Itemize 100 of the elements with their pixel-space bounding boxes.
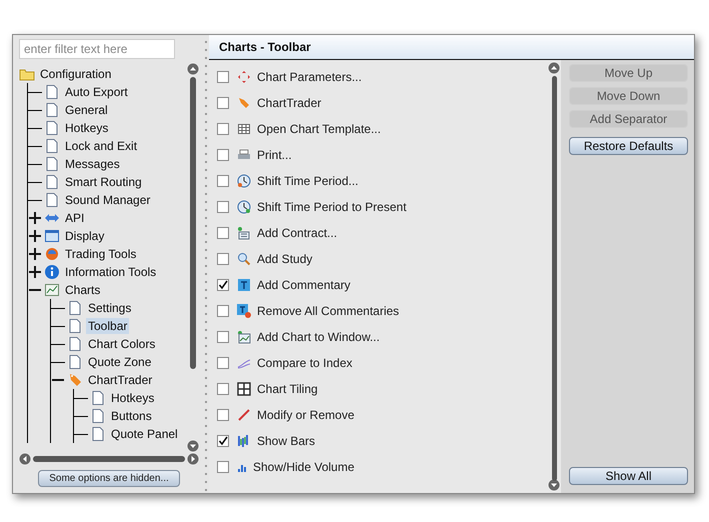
tree-item[interactable]: Hotkeys bbox=[63, 120, 110, 136]
tree-item[interactable]: Lock and Exit bbox=[63, 138, 140, 154]
grid-icon bbox=[237, 122, 251, 136]
tree-item[interactable]: Chart Colors bbox=[86, 336, 158, 352]
show-all-button[interactable]: Show All bbox=[569, 467, 688, 485]
toolbar-item-label: Print... bbox=[257, 148, 292, 162]
tree-item[interactable]: ChartTrader bbox=[86, 372, 154, 388]
scrollbar-thumb[interactable] bbox=[552, 76, 556, 481]
expand-icon[interactable] bbox=[28, 229, 42, 243]
toolbar-item-label: Show Bars bbox=[257, 434, 316, 448]
tree-item[interactable]: Charts bbox=[63, 282, 102, 298]
toolbar-item-label: Add Commentary bbox=[257, 278, 350, 292]
info-icon bbox=[44, 264, 60, 280]
tree-item[interactable]: Settings bbox=[86, 300, 134, 316]
scroll-up-icon[interactable] bbox=[548, 62, 560, 74]
chart-plus-icon bbox=[237, 330, 251, 344]
tag-icon bbox=[237, 96, 251, 110]
scroll-right-icon[interactable] bbox=[187, 453, 199, 465]
page-icon bbox=[90, 408, 106, 424]
page-icon bbox=[90, 390, 106, 406]
text-remove-icon bbox=[237, 304, 251, 318]
page-icon bbox=[44, 156, 60, 172]
page-icon bbox=[90, 426, 106, 442]
toolbar-item-label: Chart Parameters... bbox=[257, 70, 362, 84]
page-icon bbox=[67, 354, 83, 370]
magnifier-icon bbox=[237, 252, 251, 266]
checkbox[interactable] bbox=[217, 123, 229, 135]
checkbox[interactable] bbox=[217, 435, 229, 447]
checkbox[interactable] bbox=[217, 409, 229, 421]
toolbar-item-label: Modify or Remove bbox=[257, 408, 354, 422]
expand-icon[interactable] bbox=[28, 265, 42, 279]
checkbox[interactable] bbox=[217, 383, 229, 395]
pen-icon bbox=[237, 408, 251, 422]
text-icon bbox=[237, 278, 251, 292]
page-icon bbox=[44, 138, 60, 154]
page-icon bbox=[44, 120, 60, 136]
tree-item[interactable]: Trading Tools bbox=[63, 246, 138, 262]
scroll-left-icon[interactable] bbox=[19, 453, 31, 465]
checkbox[interactable] bbox=[217, 461, 229, 473]
tag-icon bbox=[67, 372, 83, 388]
checkbox[interactable] bbox=[217, 331, 229, 343]
tree-item[interactable]: Sound Manager bbox=[63, 192, 152, 208]
toolbar-item-label: Add Contract... bbox=[257, 226, 338, 240]
tree-item[interactable]: Quote Zone bbox=[86, 354, 154, 370]
printer-icon bbox=[237, 148, 251, 162]
checkbox[interactable] bbox=[217, 279, 229, 291]
action-button[interactable]: Restore Defaults bbox=[569, 137, 688, 155]
toolbar-item-label: Open Chart Template... bbox=[257, 122, 381, 136]
checkbox[interactable] bbox=[217, 97, 229, 109]
tree-item[interactable]: Display bbox=[63, 228, 106, 244]
tree-item[interactable]: Configuration bbox=[38, 66, 114, 82]
toolbar-item-label: Remove All Commentaries bbox=[257, 304, 400, 318]
toolbar-item-label: Add Chart to Window... bbox=[257, 330, 380, 344]
expand-icon[interactable] bbox=[28, 211, 42, 225]
crosshair-icon bbox=[237, 70, 251, 84]
tree-item[interactable]: Toolbar bbox=[86, 318, 130, 334]
tree-item[interactable]: Messages bbox=[63, 156, 122, 172]
tree-item[interactable]: General bbox=[63, 102, 110, 118]
scroll-down-icon[interactable] bbox=[187, 440, 199, 452]
tree-item[interactable]: Buttons bbox=[109, 408, 154, 424]
monitor-icon bbox=[44, 228, 60, 244]
tree-item[interactable]: Quote Panel bbox=[109, 426, 180, 442]
hidden-options-button[interactable]: Some options are hidden... bbox=[38, 470, 180, 487]
toolbar-item-label: Shift Time Period... bbox=[257, 174, 358, 188]
toolbar-item-label: Compare to Index bbox=[257, 356, 352, 370]
scrollbar-thumb[interactable] bbox=[190, 77, 196, 369]
bars-icon bbox=[237, 434, 251, 448]
tree-item[interactable]: Information Tools bbox=[63, 264, 158, 280]
checkbox[interactable] bbox=[217, 149, 229, 161]
page-icon bbox=[44, 174, 60, 190]
toolbar-item-label: Show/Hide Volume bbox=[253, 460, 354, 474]
line-chart-icon bbox=[44, 282, 60, 298]
page-icon bbox=[67, 318, 83, 334]
panel-title: Charts - Toolbar bbox=[219, 40, 311, 54]
checkbox[interactable] bbox=[217, 71, 229, 83]
volume-bars-icon bbox=[237, 462, 247, 472]
tree-item[interactable]: Auto Export bbox=[63, 84, 130, 100]
list-plus-icon bbox=[237, 226, 251, 240]
page-icon bbox=[44, 84, 60, 100]
toolbar-item-label: ChartTrader bbox=[257, 96, 322, 110]
filter-field[interactable]: enter filter text here bbox=[19, 39, 175, 59]
scrollbar-thumb[interactable] bbox=[33, 456, 185, 462]
toolbar-item-label: Add Study bbox=[257, 252, 312, 266]
checkbox[interactable] bbox=[217, 227, 229, 239]
scroll-down-icon[interactable] bbox=[548, 479, 560, 491]
expand-icon[interactable] bbox=[28, 247, 42, 261]
tree-item[interactable]: Hotkeys bbox=[109, 390, 156, 406]
page-icon bbox=[67, 300, 83, 316]
checkbox[interactable] bbox=[217, 253, 229, 265]
checkbox[interactable] bbox=[217, 175, 229, 187]
tree-item[interactable]: Smart Routing bbox=[63, 174, 144, 190]
page-icon bbox=[44, 102, 60, 118]
checkbox[interactable] bbox=[217, 305, 229, 317]
tree-item[interactable]: API bbox=[63, 210, 86, 226]
page-icon bbox=[44, 192, 60, 208]
checkbox[interactable] bbox=[217, 201, 229, 213]
checkbox[interactable] bbox=[217, 357, 229, 369]
toolbar-item-label: Chart Tiling bbox=[257, 382, 318, 396]
scroll-up-icon[interactable] bbox=[187, 63, 199, 75]
swirl-icon bbox=[44, 246, 60, 262]
